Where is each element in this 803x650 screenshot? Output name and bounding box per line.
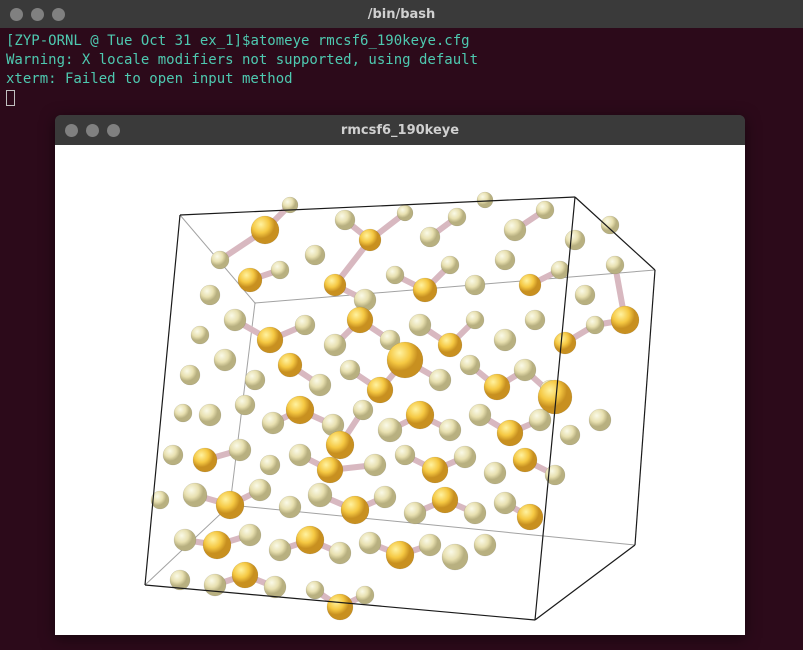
- minimize-icon[interactable]: [86, 124, 99, 137]
- terminal-titlebar[interactable]: /bin/bash: [0, 0, 803, 28]
- viz-canvas[interactable]: [55, 145, 745, 635]
- prompt: [ZYP-ORNL @ Tue Oct 31 ex_1]$: [6, 33, 250, 49]
- prompt-line: [ZYP-ORNL @ Tue Oct 31 ex_1]$atomeye rmc…: [6, 32, 797, 51]
- maximize-icon[interactable]: [107, 124, 120, 137]
- command: atomeye rmcsf6_190keye.cfg: [250, 33, 469, 49]
- cursor: [6, 90, 15, 106]
- maximize-icon[interactable]: [52, 8, 65, 21]
- minimize-icon[interactable]: [31, 8, 44, 21]
- viz-window[interactable]: rmcsf6_190keye: [55, 115, 745, 635]
- viz-window-controls: [65, 124, 120, 137]
- viz-titlebar[interactable]: rmcsf6_190keye: [55, 115, 745, 145]
- close-icon[interactable]: [65, 124, 78, 137]
- window-controls: [10, 8, 65, 21]
- warning-line: Warning: X locale modifiers not supporte…: [6, 51, 797, 70]
- error-line: xterm: Failed to open input method: [6, 70, 797, 89]
- viz-title: rmcsf6_190keye: [341, 123, 459, 138]
- molecule-viz: [55, 145, 745, 635]
- terminal-title: /bin/bash: [368, 7, 436, 22]
- close-icon[interactable]: [10, 8, 23, 21]
- terminal-content[interactable]: [ZYP-ORNL @ Tue Oct 31 ex_1]$atomeye rmc…: [0, 28, 803, 112]
